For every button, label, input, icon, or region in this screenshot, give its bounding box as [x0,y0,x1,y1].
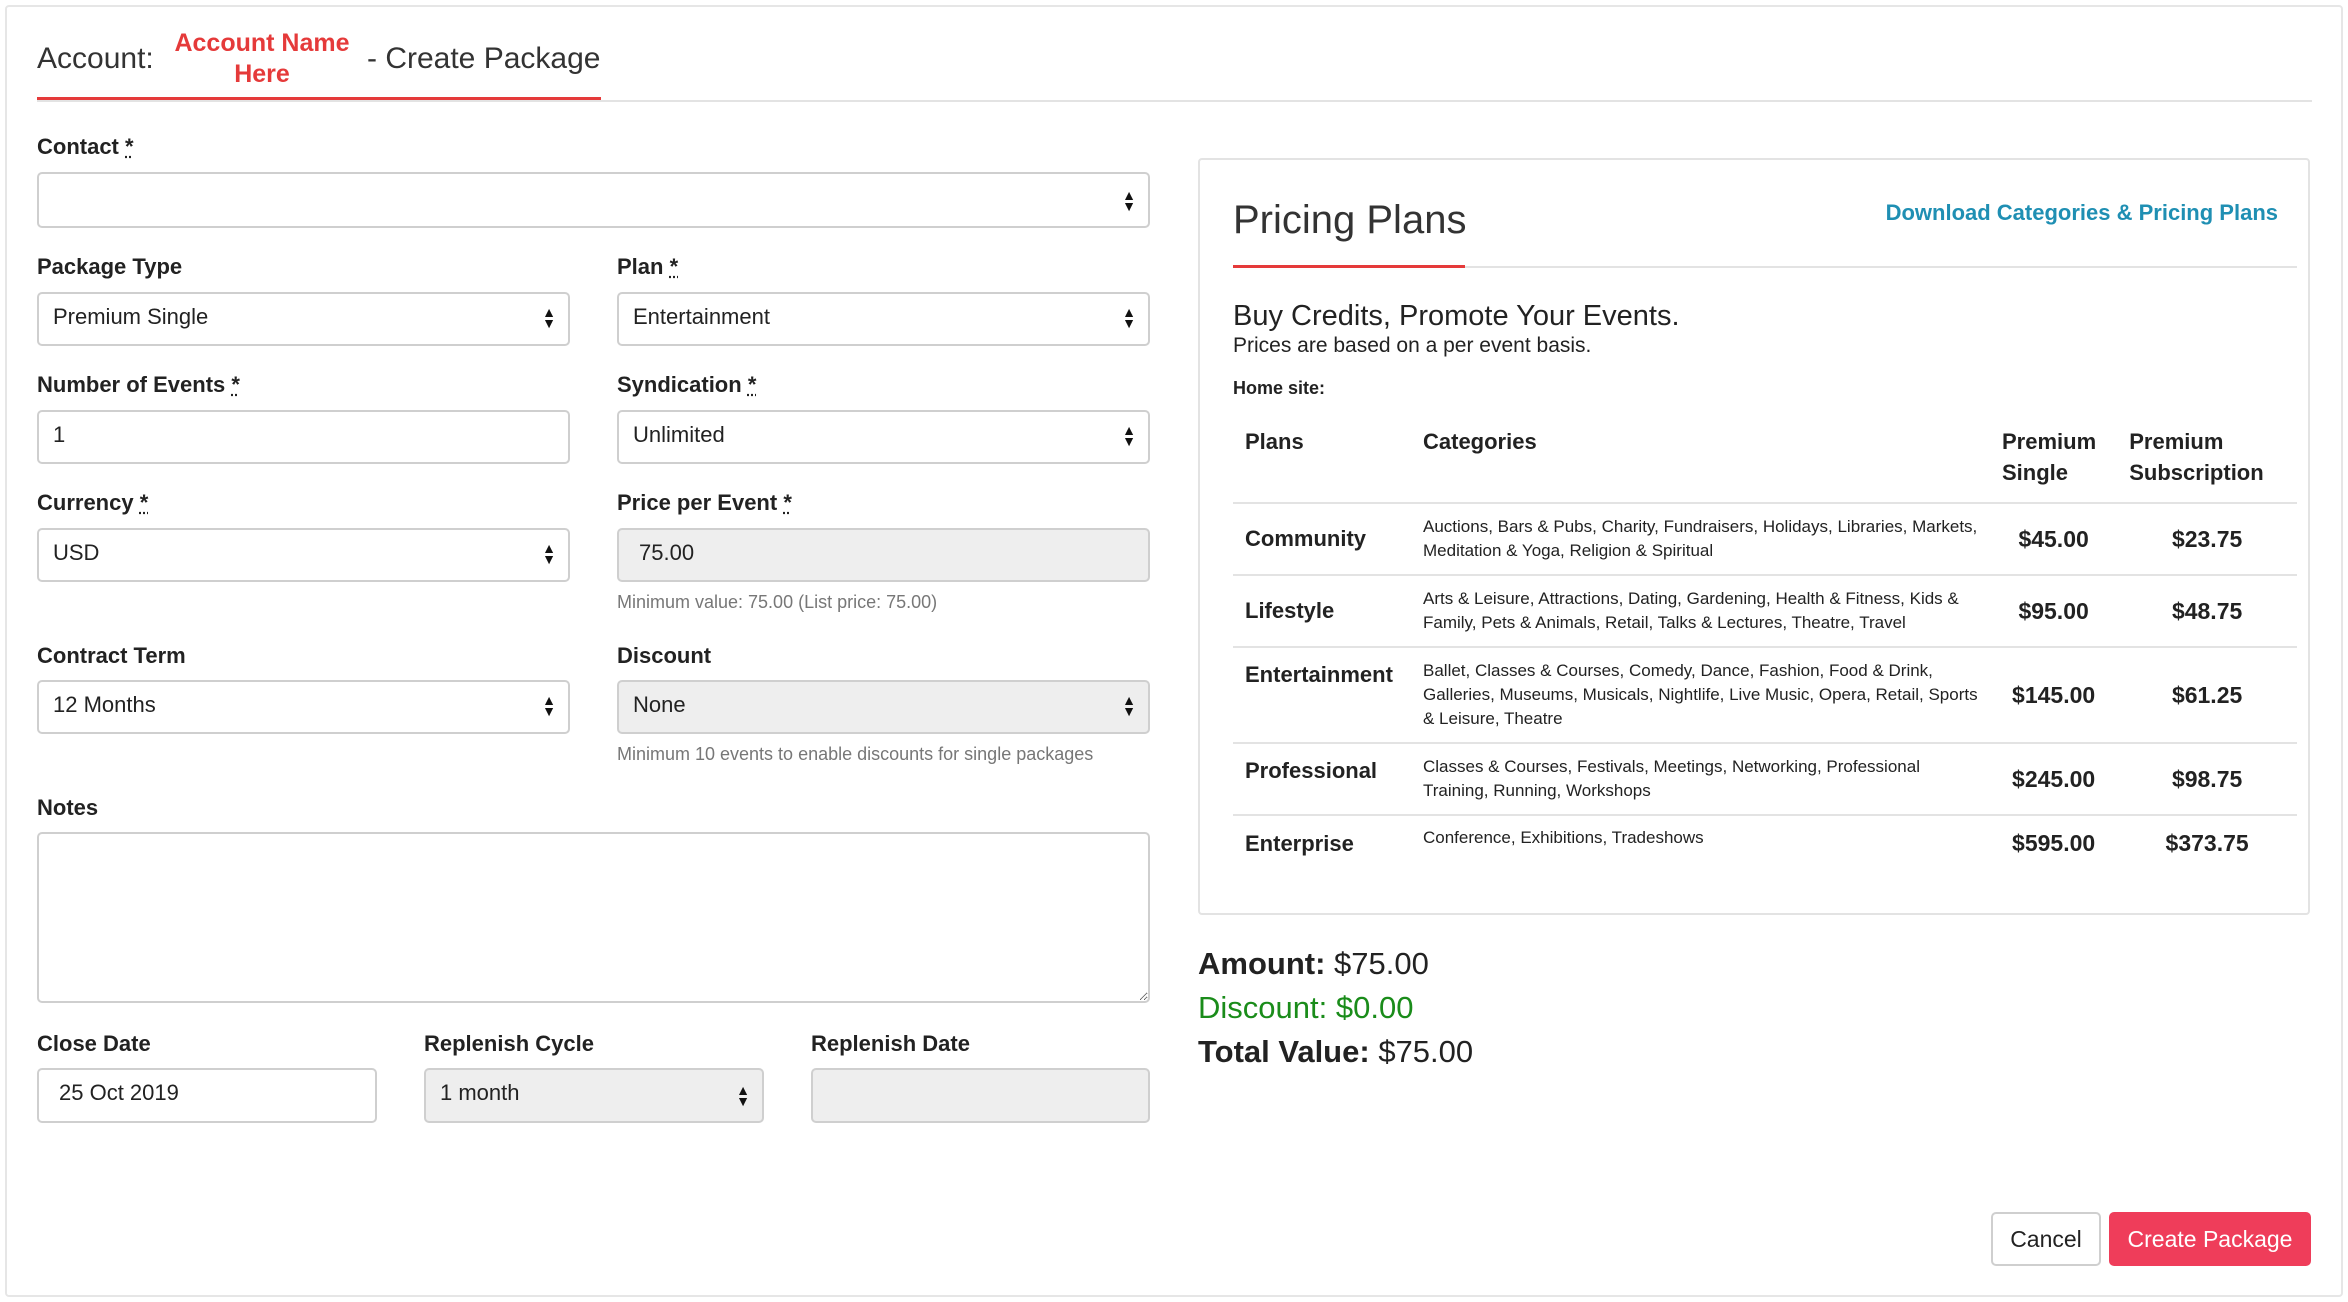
plan-name: Lifestyle [1233,574,1411,647]
table-row: Professional Classes & Courses, Festival… [1233,742,2297,815]
amount-label: Amount: [1198,946,1326,981]
page-title: - Create Package [367,42,601,75]
total-value-line: Total Value: $75.00 [1198,1034,1473,1070]
select-arrows-icon: ▲ ▼ [1122,692,1136,719]
currency-select[interactable]: USD ▲ ▼ [37,528,570,582]
premium-subscription-price: $23.75 [2117,502,2297,575]
discount-total-label: Discount: [1198,990,1328,1025]
price-per-event-label: Price per Event * [617,490,792,515]
cancel-button[interactable]: Cancel [1991,1212,2101,1266]
premium-single-price: $595.00 [1990,814,2118,871]
contact-label: Contact * [37,134,134,159]
download-pricing-link[interactable]: Download Categories & Pricing Plans [1886,200,2278,226]
premium-single-price: $45.00 [1990,502,2118,575]
account-label: Account: [37,42,154,75]
premium-subscription-price: $61.25 [2117,646,2297,743]
plan-categories: Conference, Exhibitions, Tradeshows [1411,814,1990,871]
page-header: Account: Account Name Here - Create Pack… [37,28,2312,102]
pricing-plans-panel: Pricing Plans Download Categories & Pric… [1198,158,2310,915]
plan-name: Entertainment [1233,646,1411,743]
syndication-select[interactable]: Unlimited ▲ ▼ [617,410,1150,464]
syndication-label: Syndication * [617,372,757,397]
contact-select[interactable]: ▲ ▼ [37,172,1150,228]
contract-term-select[interactable]: 12 Months ▲ ▼ [37,680,570,734]
required-mark: * [139,490,149,515]
header-accent-line [37,97,601,100]
package-type-label: Package Type [37,254,183,279]
discount-total-value: $0.00 [1335,990,1414,1025]
notes-textarea[interactable] [37,832,1150,1003]
select-arrows-icon: ▲ ▼ [1122,422,1136,449]
required-mark: * [231,372,240,397]
discount-select[interactable]: None ▲ ▼ [617,680,1150,734]
col-categories: Categories [1423,429,1537,454]
required-mark: * [747,372,757,397]
pricing-table-header: Plans Categories Premium Single Premium … [1233,416,2297,503]
required-mark: * [783,490,792,515]
account-name: Account Name Here [174,29,350,88]
select-arrows-icon: ▲ ▼ [1122,304,1136,331]
premium-subscription-price: $373.75 [2117,814,2297,871]
premium-single-price: $245.00 [1990,742,2118,815]
premium-subscription-price: $98.75 [2117,742,2297,815]
plan-categories: Arts & Leisure, Attractions, Dating, Gar… [1411,574,1990,647]
plan-categories: Ballet, Classes & Courses, Comedy, Dance… [1411,646,1990,743]
table-row: Lifestyle Arts & Leisure, Attractions, D… [1233,574,2297,647]
required-mark: * [669,254,679,279]
total-value-amount: $75.00 [1378,1034,1474,1069]
premium-subscription-price: $48.75 [2117,574,2297,647]
select-arrows-icon: ▲ ▼ [542,304,556,331]
create-package-button[interactable]: Create Package [2109,1212,2311,1266]
total-value-label: Total Value: [1198,1034,1370,1069]
table-row: Community Auctions, Bars & Pubs, Charity… [1233,502,2297,575]
discount-help-text: Minimum 10 events to enable discounts fo… [617,744,1094,764]
table-row: Entertainment Ballet, Classes & Courses,… [1233,646,2297,743]
price-per-event-input[interactable]: 75.00 [617,528,1150,582]
replenish-cycle-select[interactable]: 1 month ▲ ▼ [424,1068,764,1123]
plan-categories: Classes & Courses, Festivals, Meetings, … [1411,742,1990,815]
plan-name: Enterprise [1233,814,1411,871]
replenish-date-input[interactable] [811,1068,1150,1123]
notes-label: Notes [37,795,99,820]
col-premium-subscription: Premium Subscription [2129,429,2264,485]
plan-name: Professional [1233,742,1411,815]
plan-select[interactable]: Entertainment ▲ ▼ [617,292,1150,346]
select-arrows-icon: ▲ ▼ [542,692,556,719]
replenish-cycle-label: Replenish Cycle [424,1031,594,1056]
replenish-date-label: Replenish Date [811,1031,970,1056]
price-help-text: Minimum value: 75.00 (List price: 75.00) [617,592,938,612]
premium-single-price: $145.00 [1990,646,2118,743]
contract-term-label: Contract Term [37,643,186,668]
plan-categories: Auctions, Bars & Pubs, Charity, Fundrais… [1411,502,1990,575]
currency-label: Currency * [37,490,149,515]
col-premium-single: Premium Single [2002,429,2097,485]
pricing-table: Plans Categories Premium Single Premium … [1233,416,2297,871]
close-date-input[interactable]: 25 Oct 2019 [37,1068,377,1123]
pricing-tagline: Buy Credits, Promote Your Events. [1233,300,1680,332]
amount-value: $75.00 [1334,946,1429,981]
discount-line: Discount: $0.00 [1198,990,1413,1026]
pricing-plans-title: Pricing Plans [1233,198,1467,242]
close-date-label: Close Date [37,1031,151,1056]
plan-label: Plan * [617,254,679,279]
amount-line: Amount: $75.00 [1198,946,1429,982]
select-arrows-icon: ▲ ▼ [542,540,556,567]
col-plans: Plans [1245,429,1304,454]
required-mark: * [125,134,134,159]
plan-name: Community [1233,502,1411,575]
pricing-subtitle: Prices are based on a per event basis. [1233,334,1592,357]
discount-label: Discount [617,643,712,668]
select-arrows-icon: ▲ ▼ [1122,187,1136,214]
select-arrows-icon: ▲ ▼ [736,1082,750,1109]
number-of-events-input[interactable]: 1 [37,410,570,464]
home-site-label: Home site: [1233,378,1326,398]
premium-single-price: $95.00 [1990,574,2118,647]
pricing-title-accent-line [1233,265,1465,268]
table-row: Enterprise Conference, Exhibitions, Trad… [1233,814,2297,871]
package-type-select[interactable]: Premium Single ▲ ▼ [37,292,570,346]
number-of-events-label: Number of Events * [37,372,240,397]
